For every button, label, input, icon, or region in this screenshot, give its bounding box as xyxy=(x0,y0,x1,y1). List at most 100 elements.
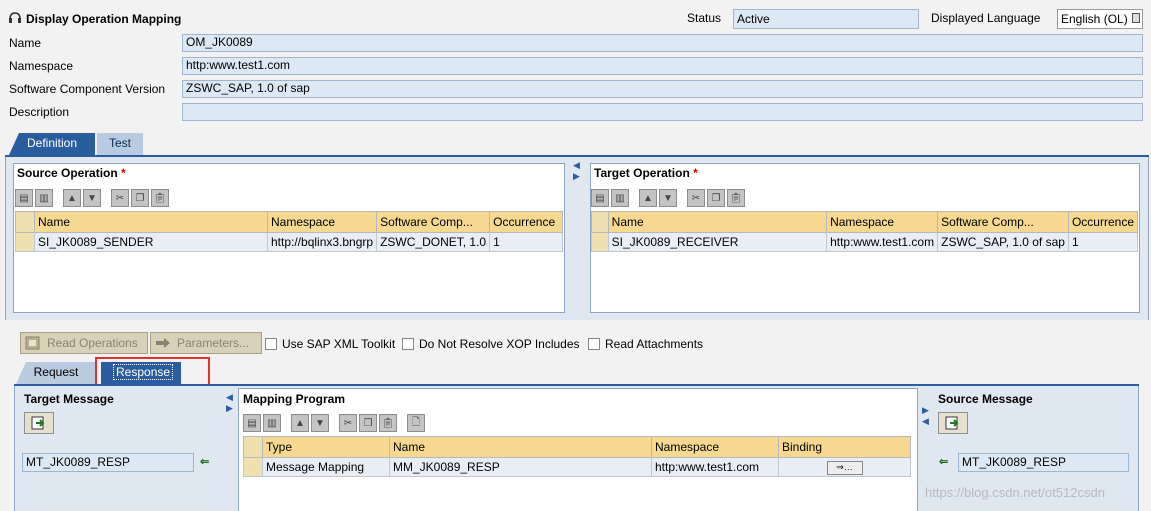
move-down-icon[interactable]: ▼ xyxy=(83,189,101,207)
move-up-icon[interactable]: ▲ xyxy=(291,414,309,432)
status-label: Status xyxy=(687,11,722,25)
column-header[interactable]: Name xyxy=(389,436,652,458)
copy-icon[interactable]: ❐ xyxy=(131,189,149,207)
mapping-toolbar: ▤ ▥ ▲ ▼ ✂ ❐ 📋︎ 🗋︎ xyxy=(243,412,425,434)
collapse-left-icon[interactable]: ◀ ▶ xyxy=(573,160,581,181)
name-field[interactable]: OM_JK0089 xyxy=(182,34,1143,52)
column-header[interactable]: Type xyxy=(262,436,390,458)
move-down-icon[interactable]: ▼ xyxy=(659,189,677,207)
read-operations-button[interactable]: Read Operations xyxy=(20,332,148,354)
document-icon[interactable]: 🗋︎ xyxy=(407,414,425,432)
table-cell[interactable]: SI_JK0089_SENDER xyxy=(34,232,268,252)
binding-button[interactable]: ⇒… xyxy=(826,461,863,475)
row-selector-header[interactable] xyxy=(15,211,35,233)
move-up-icon[interactable]: ▲ xyxy=(639,189,657,207)
column-header[interactable]: Binding xyxy=(778,436,911,458)
paste-icon[interactable]: 📋︎ xyxy=(727,189,745,207)
read-attachments-checkbox[interactable] xyxy=(588,338,600,350)
row-selector[interactable] xyxy=(15,232,35,252)
delete-row-icon[interactable]: ▥ xyxy=(263,414,281,432)
dropdown-icon[interactable] xyxy=(1132,13,1140,23)
source-operation-title: Source Operation * xyxy=(15,166,128,180)
target-message-field[interactable]: MT_JK0089_RESP xyxy=(22,453,194,472)
column-header[interactable]: Namespace xyxy=(826,211,939,233)
column-header[interactable]: Software Comp... xyxy=(937,211,1069,233)
copy-icon[interactable]: ❐ xyxy=(359,414,377,432)
source-message-select-button[interactable] xyxy=(938,412,968,434)
paste-icon[interactable]: 📋︎ xyxy=(379,414,397,432)
name-label: Name xyxy=(9,36,42,50)
table-cell[interactable]: http:www.test1.com xyxy=(826,232,939,252)
target-operation-table: Name Namespace Software Comp... Occurren… xyxy=(591,211,1139,252)
table-cell[interactable]: SI_JK0089_RECEIVER xyxy=(607,232,828,252)
column-header[interactable]: Occurrence xyxy=(1067,211,1139,233)
insert-row-icon[interactable]: ▤ xyxy=(15,189,33,207)
table-cell[interactable]: ZSWC_DONET, 1.0 xyxy=(376,232,491,252)
table-row[interactable]: Message Mapping MM_JK0089_RESP http:www.… xyxy=(243,457,911,477)
table-cell[interactable]: 1 xyxy=(489,232,563,252)
mapping-program-table: Type Name Namespace Binding Message Mapp… xyxy=(243,436,911,477)
paste-icon[interactable]: 📋︎ xyxy=(151,189,169,207)
page-title-text: Display Operation Mapping xyxy=(26,12,182,26)
table-row[interactable]: SI_JK0089_RECEIVER http:www.test1.com ZS… xyxy=(591,232,1139,252)
source-operation-title-text: Source Operation xyxy=(17,166,118,180)
source-message-field[interactable]: MT_JK0089_RESP xyxy=(958,453,1129,472)
table-cell[interactable]: ZSWC_SAP, 1.0 of sap xyxy=(937,232,1069,252)
cut-icon[interactable]: ✂ xyxy=(687,189,705,207)
column-header[interactable]: Software Comp... xyxy=(376,211,491,233)
column-header[interactable]: Name xyxy=(34,211,268,233)
column-header[interactable]: Name xyxy=(607,211,828,233)
namespace-field[interactable]: http:www.test1.com xyxy=(182,57,1143,75)
row-selector-header[interactable] xyxy=(243,436,263,458)
binding-cell[interactable]: ⇒… xyxy=(778,457,911,477)
insert-row-icon[interactable]: ▤ xyxy=(591,189,609,207)
arrow-left-icon: ⇐ xyxy=(200,456,210,468)
read-icon xyxy=(25,336,41,350)
column-header[interactable]: Occurrence xyxy=(489,211,563,233)
do-not-resolve-xop-checkbox[interactable] xyxy=(402,338,414,350)
table-header-row: Name Namespace Software Comp... Occurren… xyxy=(15,211,563,233)
headset-icon xyxy=(8,11,22,25)
row-selector[interactable] xyxy=(243,457,263,477)
table-cell[interactable]: http:www.test1.com xyxy=(651,457,779,477)
column-header[interactable]: Namespace xyxy=(266,211,378,233)
delete-row-icon[interactable]: ▥ xyxy=(35,189,53,207)
table-cell[interactable]: 1 xyxy=(1067,232,1139,252)
target-message-title: Target Message xyxy=(24,392,114,406)
cut-icon[interactable]: ✂ xyxy=(339,414,357,432)
insert-row-icon[interactable]: ▤ xyxy=(243,414,261,432)
read-attachments-label: Read Attachments xyxy=(605,337,704,351)
source-message-title: Source Message xyxy=(938,392,1033,406)
arrow-left-icon: ⇐ xyxy=(939,456,949,468)
column-header[interactable]: Namespace xyxy=(651,436,779,458)
cut-icon[interactable]: ✂ xyxy=(111,189,129,207)
target-message-select-button[interactable] xyxy=(24,412,54,434)
move-down-icon[interactable]: ▼ xyxy=(311,414,329,432)
source-operation-table: Name Namespace Software Comp... Occurren… xyxy=(15,211,563,252)
tab-definition[interactable]: Definition xyxy=(9,133,95,155)
parameters-button[interactable]: Parameters... xyxy=(150,332,262,354)
table-cell[interactable]: http://bqlinx3.bngrp xyxy=(266,232,378,252)
tab-request[interactable]: Request xyxy=(16,362,96,384)
move-up-icon[interactable]: ▲ xyxy=(63,189,81,207)
delete-row-icon[interactable]: ▥ xyxy=(611,189,629,207)
table-cell[interactable]: Message Mapping xyxy=(262,457,390,477)
row-selector-header[interactable] xyxy=(591,211,609,233)
table-row[interactable]: SI_JK0089_SENDER http://bqlinx3.bngrp ZS… xyxy=(15,232,563,252)
language-label: Displayed Language xyxy=(931,11,1041,25)
table-header-row: Type Name Namespace Binding xyxy=(243,436,911,458)
collapse-left-icon[interactable]: ◀ ▶ xyxy=(226,392,234,432)
tab-test[interactable]: Test xyxy=(97,133,143,155)
copy-icon[interactable]: ❐ xyxy=(707,189,725,207)
status-field: Active xyxy=(733,9,919,29)
watermark: https://blog.csdn.net/ot512csdn xyxy=(925,485,1105,500)
swcv-field[interactable]: ZSWC_SAP, 1.0 of sap xyxy=(182,80,1143,98)
row-selector[interactable] xyxy=(591,232,609,252)
table-cell[interactable]: MM_JK0089_RESP xyxy=(389,457,652,477)
language-select[interactable]: English (OL) xyxy=(1057,9,1143,29)
open-object-icon xyxy=(31,416,45,430)
description-field[interactable] xyxy=(182,103,1143,121)
parameters-label: Parameters... xyxy=(177,336,250,350)
use-sap-xml-toolkit-checkbox[interactable] xyxy=(265,338,277,350)
collapse-right-icon[interactable]: ▶ ◀ xyxy=(922,405,930,435)
